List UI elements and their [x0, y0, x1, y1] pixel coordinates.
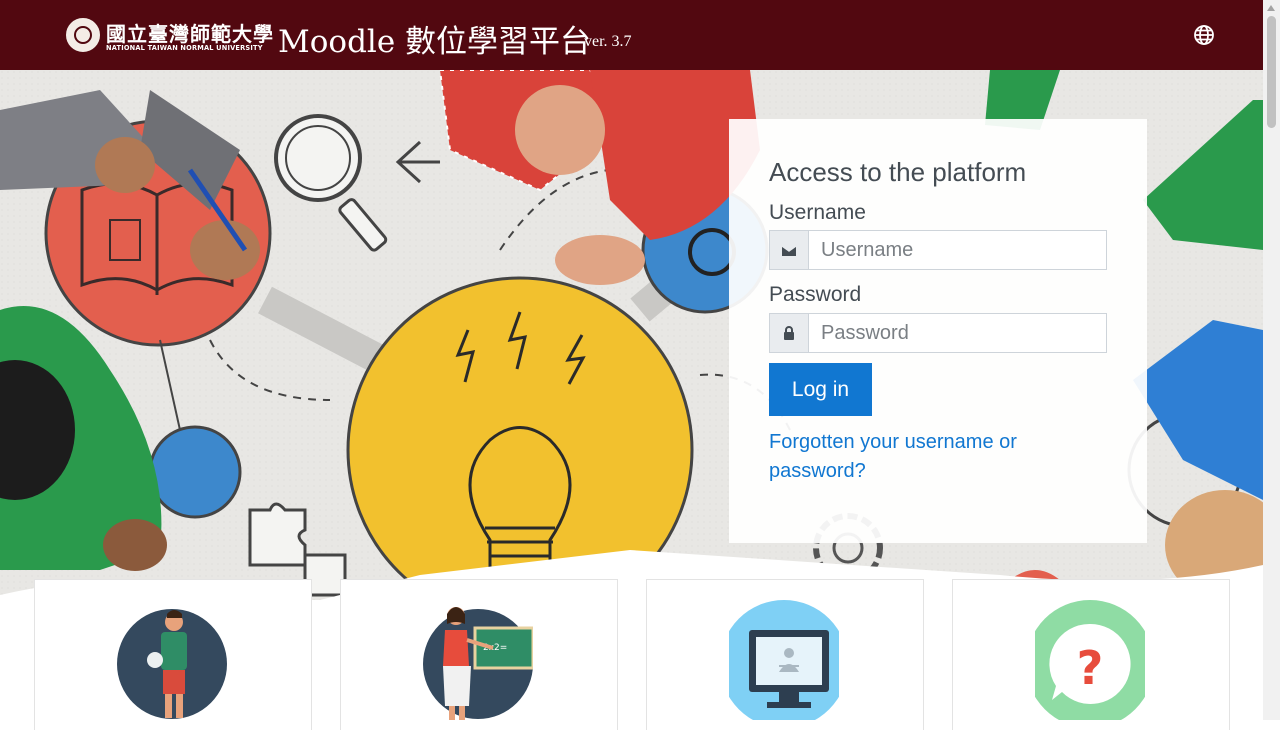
- site-title[interactable]: Moodle 數位學習平台: [278, 16, 591, 61]
- scroll-thumb[interactable]: [1267, 16, 1276, 128]
- top-navbar: 國立臺灣師範大學 NATIONAL TAIWAN NORMAL UNIVERSI…: [0, 0, 1263, 70]
- forgot-password-link[interactable]: Forgotten your username or password?: [769, 428, 1069, 486]
- site-version: ver. 3.7: [584, 33, 632, 50]
- login-title: Access to the platform: [769, 157, 1027, 187]
- svg-text:?: ?: [1077, 641, 1104, 695]
- monitor-icon: [729, 600, 839, 720]
- feature-card-help[interactable]: ?: [953, 580, 1229, 730]
- login-button[interactable]: Log in: [769, 363, 872, 416]
- university-seal-icon: [66, 18, 100, 52]
- feature-card-student[interactable]: [35, 580, 311, 730]
- username-input-group: [769, 230, 1107, 270]
- student-icon: [117, 609, 227, 719]
- page-scrollbar[interactable]: [1263, 0, 1280, 720]
- scroll-up-arrow-icon[interactable]: [1267, 5, 1275, 11]
- language-menu-button[interactable]: [1192, 23, 1216, 47]
- lock-icon: [784, 326, 794, 340]
- password-addon: [769, 313, 809, 353]
- help-question-icon: ?: [1035, 600, 1145, 720]
- university-name-zh: 國立臺灣師範大學: [106, 22, 274, 46]
- feature-card-teacher[interactable]: 2x2=: [341, 580, 617, 730]
- globe-icon: [1194, 25, 1214, 45]
- password-label: Password: [769, 283, 862, 306]
- user-icon: [781, 245, 797, 256]
- feature-card-online[interactable]: [647, 580, 923, 730]
- university-name-en: NATIONAL TAIWAN NORMAL UNIVERSITY: [106, 44, 263, 52]
- teacher-icon: 2x2=: [423, 607, 533, 720]
- username-addon: [769, 230, 809, 270]
- username-label: Username: [769, 201, 866, 224]
- login-panel: Access to the platform Username Password…: [729, 119, 1147, 543]
- username-input[interactable]: [809, 230, 1107, 270]
- password-input-group: [769, 313, 1107, 353]
- password-input[interactable]: [809, 313, 1107, 353]
- university-logo[interactable]: 國立臺灣師範大學 NATIONAL TAIWAN NORMAL UNIVERSI…: [66, 18, 273, 54]
